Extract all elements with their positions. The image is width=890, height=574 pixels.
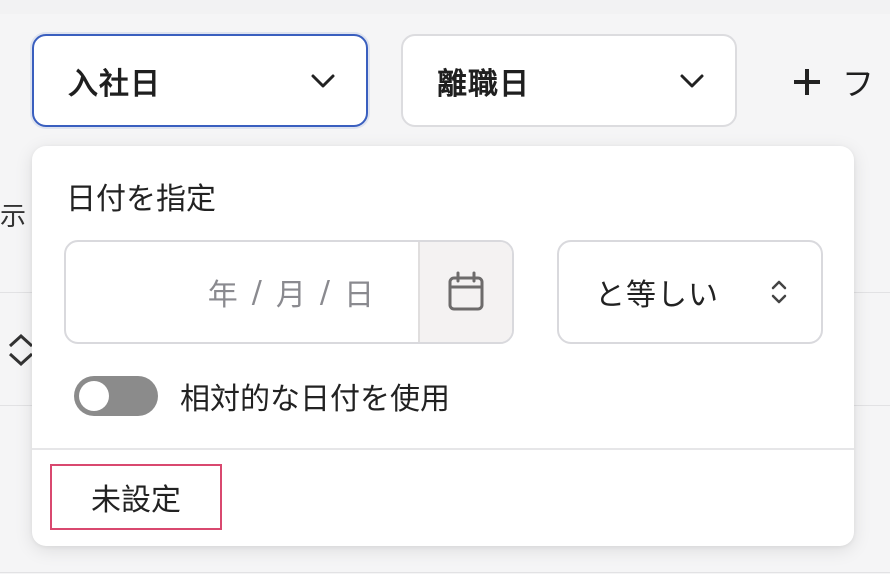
filter-hire-date-button[interactable]: 入社日 — [32, 34, 368, 127]
filter-label: 入社日 — [68, 66, 161, 102]
chevron-down-icon — [680, 74, 704, 87]
plus-icon — [794, 69, 820, 95]
date-separator: / — [251, 274, 262, 310]
calendar-icon — [448, 271, 484, 311]
popover-divider — [32, 448, 854, 450]
background-divider — [0, 572, 890, 573]
date-separator: / — [319, 274, 330, 310]
chevron-down-icon — [311, 74, 335, 87]
unset-button[interactable]: 未設定 — [50, 464, 222, 530]
calendar-button[interactable] — [418, 242, 512, 342]
toggle-knob — [79, 381, 109, 411]
operator-value: と等しい — [595, 278, 719, 313]
date-input[interactable]: 年 / 月 / 日 — [64, 240, 514, 344]
background-top-strip — [0, 0, 890, 14]
filter-label: 離職日 — [437, 66, 530, 102]
up-down-chevron-icon — [771, 280, 787, 304]
date-year-placeholder[interactable]: 年 — [208, 270, 238, 314]
add-filter-button[interactable]: フ — [792, 52, 874, 112]
date-filter-popover: 日付を指定 年 / 月 / 日 と等しい 相対的な日付を使用 未設定 — [32, 146, 854, 546]
date-month-placeholder[interactable]: 月 — [276, 270, 306, 314]
relative-date-row: 相対的な日付を使用 — [74, 374, 450, 418]
relative-date-toggle[interactable] — [74, 376, 158, 416]
add-filter-label: フ — [842, 65, 875, 103]
filter-leave-date-button[interactable]: 離職日 — [401, 34, 737, 127]
date-input-text[interactable]: 年 / 月 / 日 — [66, 242, 418, 342]
relative-date-label[interactable]: 相対的な日付を使用 — [180, 374, 450, 418]
page: 示 入社日 離職日 フ 日付を指定 年 / 月 / 日 と等しい 相対的な日付を… — [0, 0, 890, 574]
date-day-placeholder[interactable]: 日 — [344, 270, 374, 314]
popover-title: 日付を指定 — [66, 182, 216, 217]
operator-select[interactable]: と等しい — [557, 240, 823, 344]
